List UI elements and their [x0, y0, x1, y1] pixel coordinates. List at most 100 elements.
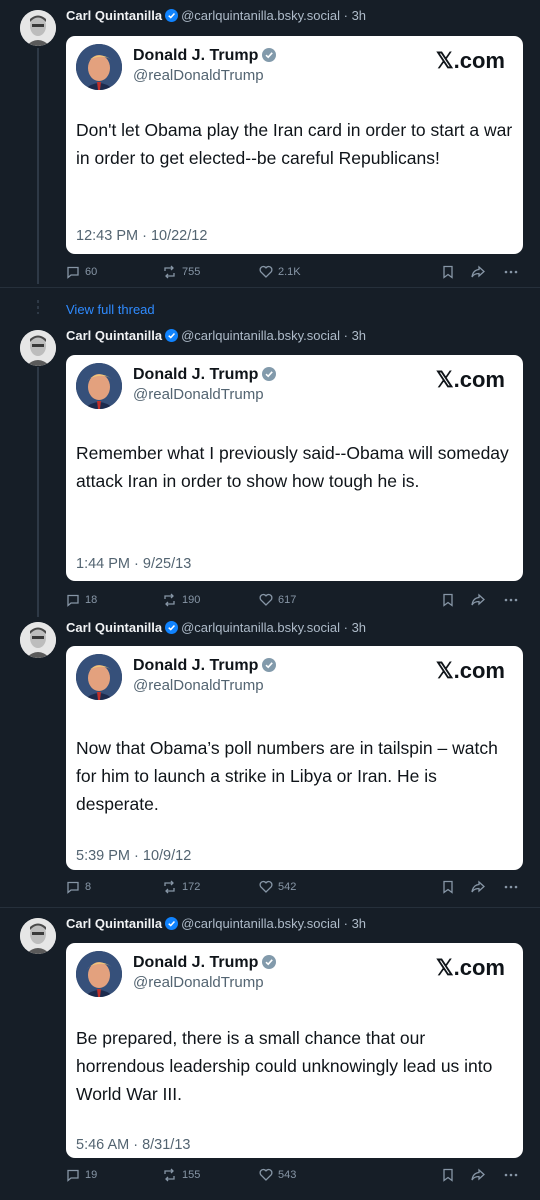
more-options-button[interactable]: [503, 265, 519, 279]
repost-count: 190: [182, 594, 201, 606]
reply-count: 19: [85, 1169, 98, 1181]
author-handle[interactable]: @carlquintanilla.bsky.social: [181, 916, 340, 931]
embedded-author-name: Donald J. Trump: [133, 954, 277, 972]
post-age: · 3h: [343, 620, 367, 635]
repost-button[interactable]: 155: [162, 1168, 200, 1182]
embedded-author-handle: @realDonaldTrump: [133, 974, 264, 991]
repost-icon: [164, 880, 175, 894]
author-name[interactable]: Carl Quintanilla: [66, 620, 162, 635]
post-age: · 3h: [343, 8, 367, 23]
post-header: Carl Quintanilla @carlquintanilla.bsky.so…: [66, 328, 366, 343]
repost-icon: [164, 1168, 175, 1182]
embedded-author-handle: @realDonaldTrump: [133, 386, 264, 403]
embedded-post-card[interactable]: Donald J. Trump @realDonaldTrump 𝕏.com R…: [66, 355, 523, 581]
share-icon: [471, 593, 485, 606]
post-actions: 60 755 2.1K: [66, 265, 526, 283]
embedded-post-text: Remember what I previously said--Obama w…: [76, 443, 509, 491]
repost-button[interactable]: 755: [162, 265, 200, 279]
post-header: Carl Quintanilla @carlquintanilla.bsky.so…: [66, 916, 366, 931]
reply-button[interactable]: 60: [66, 265, 97, 279]
share-button[interactable]: [470, 880, 486, 894]
post-divider: [0, 907, 540, 908]
embedded-post-timestamp: 5:46 AM · 8/31/13: [76, 1137, 191, 1153]
more-options-button[interactable]: [503, 1168, 519, 1182]
bookmark-icon: [443, 880, 453, 894]
repost-icon: [164, 593, 175, 607]
reply-icon: [67, 881, 79, 894]
like-count: 542: [278, 880, 297, 893]
share-button[interactable]: [470, 593, 486, 607]
avatar[interactable]: [20, 918, 56, 954]
embedded-post-text: Be prepared, there is a small chance tha…: [76, 1028, 493, 1104]
repost-button[interactable]: 190: [162, 593, 200, 607]
embedded-post-card[interactable]: Donald J. Trump @realDonaldTrump 𝕏.com B…: [66, 943, 523, 1158]
author-handle[interactable]: @carlquintanilla.bsky.social: [181, 328, 340, 343]
share-icon: [471, 880, 485, 893]
author-handle[interactable]: @carlquintanilla.bsky.social: [181, 620, 340, 635]
bookmark-button[interactable]: [442, 1168, 454, 1182]
bookmark-button[interactable]: [442, 265, 454, 279]
bookmark-button[interactable]: [442, 880, 454, 894]
avatar[interactable]: [20, 622, 56, 658]
more-options-button[interactable]: [503, 593, 519, 607]
repost-count: 155: [182, 1169, 201, 1181]
thread-line: [37, 48, 39, 284]
embedded-author-name: Donald J. Trump: [133, 657, 277, 675]
embedded-avatar: [76, 363, 122, 409]
like-count: 617: [278, 593, 297, 606]
share-button[interactable]: [470, 1168, 486, 1182]
bookmark-button[interactable]: [442, 593, 454, 607]
repost-button[interactable]: 172: [162, 880, 200, 894]
embedded-post-timestamp: 5:39 PM · 10/9/12: [76, 848, 192, 864]
reply-button[interactable]: 18: [66, 593, 97, 607]
view-full-thread-link[interactable]: View full thread: [66, 302, 155, 317]
author-name[interactable]: Carl Quintanilla: [66, 328, 162, 343]
verified-badge-icon: [165, 621, 179, 634]
like-button[interactable]: 2.1K: [259, 265, 301, 278]
heart-icon: [259, 880, 273, 893]
embedded-post-text: Don't let Obama play the Iran card in or…: [76, 120, 513, 168]
reply-icon: [67, 266, 79, 279]
bookmark-icon: [443, 265, 453, 279]
reply-count: 60: [85, 266, 98, 278]
post-age: · 3h: [343, 916, 367, 931]
heart-icon: [259, 1168, 273, 1181]
repost-count: 755: [182, 266, 201, 278]
like-button[interactable]: 617: [259, 593, 296, 606]
avatar[interactable]: [20, 330, 56, 366]
post-header: Carl Quintanilla @carlquintanilla.bsky.so…: [66, 8, 366, 23]
embedded-post-card[interactable]: Donald J. Trump @realDonaldTrump 𝕏.com N…: [66, 646, 523, 870]
more-icon: [504, 598, 518, 602]
verified-badge-icon: [165, 329, 179, 342]
reply-icon: [67, 594, 79, 607]
embedded-avatar: [76, 951, 122, 997]
reply-count: 18: [85, 594, 98, 606]
like-count: 543: [278, 1168, 297, 1181]
repost-icon: [164, 265, 175, 279]
verified-badge-icon: [165, 9, 179, 22]
post-actions: 8 172 542: [66, 880, 526, 898]
author-handle[interactable]: @carlquintanilla.bsky.social: [181, 8, 340, 23]
reply-button[interactable]: 19: [66, 1168, 97, 1182]
author-name[interactable]: Carl Quintanilla: [66, 916, 162, 931]
share-button[interactable]: [470, 265, 486, 279]
embedded-author-name: Donald J. Trump: [133, 366, 277, 384]
thread-line: [37, 367, 39, 617]
more-icon: [504, 270, 518, 274]
thread-dotted-connector: [37, 300, 39, 314]
repost-count: 172: [182, 881, 201, 893]
gray-verified-icon: [262, 48, 277, 62]
like-button[interactable]: 542: [259, 880, 296, 893]
source-label: 𝕏.com: [435, 658, 505, 683]
like-button[interactable]: 543: [259, 1168, 296, 1181]
bookmark-icon: [443, 1168, 453, 1182]
avatar[interactable]: [20, 10, 56, 46]
embedded-author-handle: @realDonaldTrump: [133, 67, 264, 84]
post-header: Carl Quintanilla @carlquintanilla.bsky.so…: [66, 620, 366, 635]
post-divider: [0, 287, 540, 288]
author-name[interactable]: Carl Quintanilla: [66, 8, 162, 23]
reply-button[interactable]: 8: [66, 880, 91, 894]
embedded-author-handle: @realDonaldTrump: [133, 677, 264, 694]
more-options-button[interactable]: [503, 880, 519, 894]
embedded-post-card[interactable]: Donald J. Trump @realDonaldTrump 𝕏.com D…: [66, 36, 523, 254]
